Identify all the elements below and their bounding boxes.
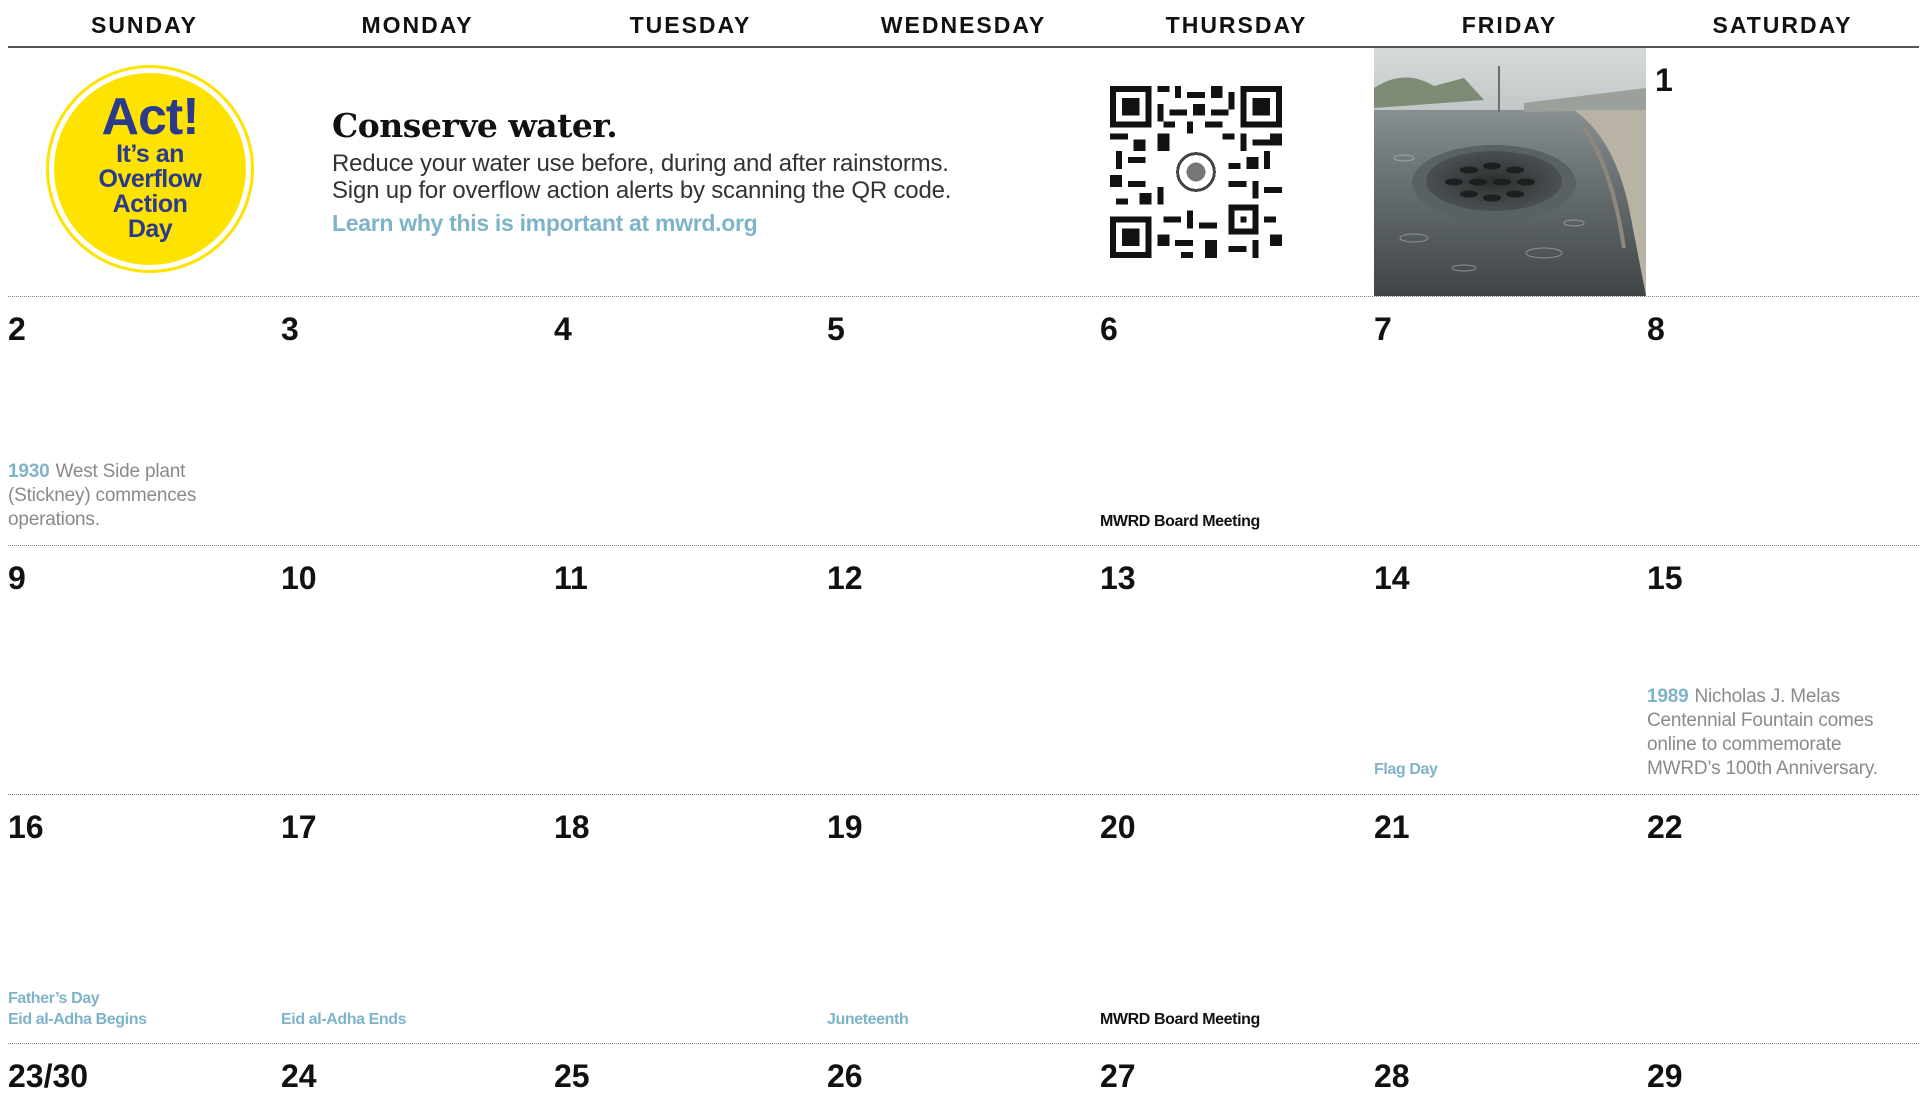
weekday-tuesday: TUESDAY xyxy=(629,12,752,38)
day-number: 20 xyxy=(1100,809,1136,845)
badge-line: Action xyxy=(112,190,188,218)
day-number: 18 xyxy=(554,809,590,845)
event-label: Juneteenth xyxy=(827,1011,909,1028)
badge-title: Act! xyxy=(101,88,199,146)
day-number: 8 xyxy=(1647,311,1665,347)
overflow-action-day-badge: Act! It’s an Overflow Action Day xyxy=(49,68,251,270)
row-divider xyxy=(8,545,1919,546)
badge-line: It’s an xyxy=(116,140,184,168)
badge-line: Day xyxy=(127,215,173,243)
qr-code-icon[interactable] xyxy=(1110,86,1282,258)
banner-body-line: Reduce your water use before, during and… xyxy=(332,150,949,177)
badge-line: Overflow xyxy=(98,165,202,193)
history-note: 1989 Nicholas J. Melas Centennial Fountai… xyxy=(1647,685,1897,781)
event-label: MWRD Board Meeting xyxy=(1100,1011,1260,1028)
history-year: 1989 xyxy=(1647,686,1689,707)
day-number: 14 xyxy=(1374,560,1410,596)
day-number: 29 xyxy=(1647,1058,1683,1094)
day-number: 27 xyxy=(1100,1058,1136,1094)
day-number: 24 xyxy=(281,1058,317,1094)
weekday-sunday: SUNDAY xyxy=(90,12,198,38)
day-number: 21 xyxy=(1374,809,1410,845)
day-number: 19 xyxy=(827,809,863,845)
day-number: 26 xyxy=(827,1058,863,1094)
row-divider xyxy=(8,296,1919,297)
day-number: 17 xyxy=(281,809,317,845)
history-year: 1930 xyxy=(8,461,50,482)
day-number: 3 xyxy=(281,311,299,347)
day-number: 10 xyxy=(281,560,317,596)
event-label: Eid al-Adha Ends xyxy=(281,1011,407,1028)
weekday-friday: FRIDAY xyxy=(1461,12,1558,38)
mwrd-link[interactable]: Learn why this is important at mwrd.org xyxy=(332,210,758,237)
day-number: 4 xyxy=(554,311,572,347)
weekday-monday: MONDAY xyxy=(361,12,474,38)
banner-body-line: Sign up for overflow action alerts by sc… xyxy=(332,177,952,204)
weekday-header: SUNDAY MONDAY TUESDAY WEDNESDAY THURSDAY… xyxy=(8,0,1919,48)
day-number: 2 xyxy=(8,311,26,347)
day-number: 11 xyxy=(554,560,588,596)
day-number: 5 xyxy=(827,311,845,347)
storm-drain-in-rain-photo xyxy=(1374,48,1646,296)
event-label: Flag Day xyxy=(1374,761,1438,778)
event-label: Father’s Day xyxy=(8,990,100,1007)
day-number: 23/30 xyxy=(8,1058,89,1094)
day-number: 16 xyxy=(8,809,44,845)
event-label: Eid al-Adha Begins xyxy=(8,1011,147,1028)
day-number: 28 xyxy=(1374,1058,1410,1094)
row-divider xyxy=(8,1043,1919,1044)
day-number: 13 xyxy=(1100,560,1136,596)
weekday-saturday: SATURDAY xyxy=(1712,12,1853,38)
day-number: 6 xyxy=(1100,311,1118,347)
day-number: 25 xyxy=(554,1058,590,1094)
history-note: 1930 West Side plant (Stickney) commences… xyxy=(8,460,218,532)
day-number: 9 xyxy=(8,560,26,596)
day-number: 22 xyxy=(1647,809,1683,845)
weekday-wednesday: WEDNESDAY xyxy=(880,12,1047,38)
weekday-thursday: THURSDAY xyxy=(1165,12,1308,38)
day-number: 15 xyxy=(1647,560,1683,596)
day-number: 7 xyxy=(1374,311,1392,347)
day-number: 12 xyxy=(827,560,863,596)
banner-headline: Conserve water. xyxy=(332,106,618,145)
row-divider xyxy=(8,794,1919,795)
event-label: MWRD Board Meeting xyxy=(1100,513,1260,530)
day-number: 1 xyxy=(1655,62,1673,98)
